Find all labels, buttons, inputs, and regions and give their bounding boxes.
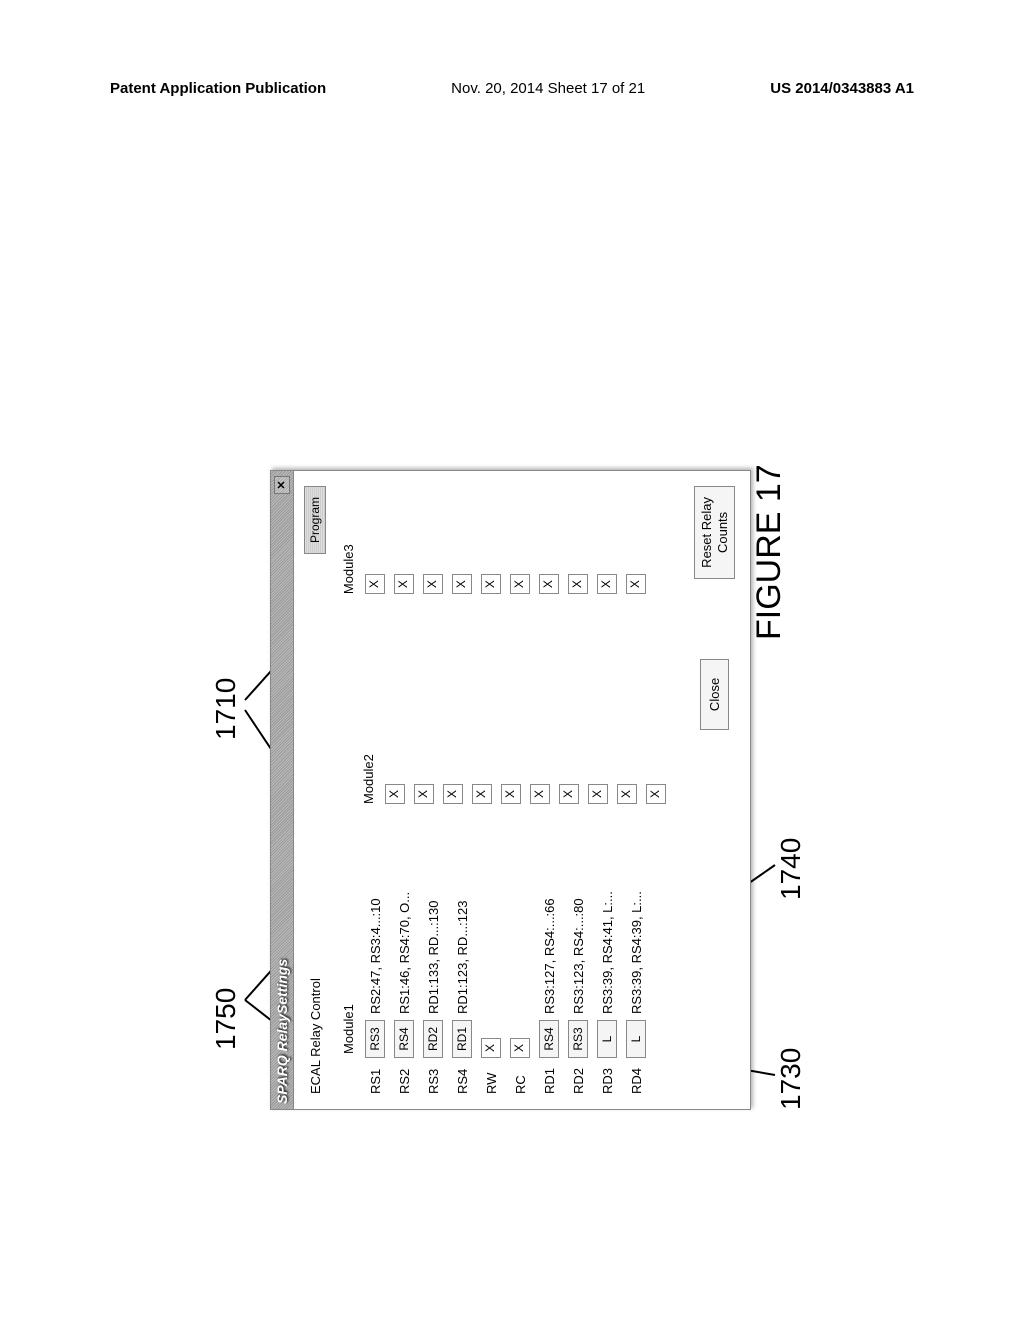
- callout-1710: 1710: [210, 678, 242, 740]
- figure-caption: FIGURE 17: [750, 464, 789, 640]
- module3-x-button[interactable]: X: [539, 574, 559, 594]
- ecal-relay-control-label: ECAL Relay Control: [308, 978, 323, 1094]
- relay-info: RD1:133, RD...:130: [426, 901, 441, 1014]
- dialog-title: SPARQ RelaySettings: [274, 959, 290, 1104]
- module2-header: Module2: [361, 754, 376, 804]
- module2-x-button[interactable]: X: [414, 784, 434, 804]
- relay-button[interactable]: RS3: [365, 1020, 385, 1058]
- relay-button[interactable]: RS3: [568, 1020, 588, 1058]
- module2-x-button[interactable]: X: [559, 784, 579, 804]
- module2-x-button[interactable]: X: [588, 784, 608, 804]
- titlebar: SPARQ RelaySettings ✕: [271, 471, 294, 1109]
- relay-label: RC: [513, 1058, 528, 1094]
- relay-info: RS2:47, RS3:4...:10: [368, 898, 383, 1014]
- reset-line2: Counts: [715, 512, 730, 553]
- close-button[interactable]: Close: [700, 659, 729, 730]
- module3-x-button[interactable]: X: [597, 574, 617, 594]
- module2-x-button[interactable]: X: [443, 784, 463, 804]
- relay-info: RS3:127, RS4:...:66: [542, 898, 557, 1014]
- relay-x-button[interactable]: X: [481, 1038, 501, 1058]
- relay-info: RD1:123, RD...:123: [455, 901, 470, 1014]
- relay-label: RS3: [426, 1058, 441, 1094]
- module1-header: Module1: [341, 834, 356, 1094]
- reset-line1: Reset Relay: [699, 497, 714, 568]
- close-icon[interactable]: ✕: [274, 476, 290, 494]
- callout-1750: 1750: [210, 988, 242, 1050]
- relay-label: RW: [484, 1058, 499, 1094]
- relay-info: RS1:46, RS4:70, O...: [397, 892, 412, 1014]
- header-right: US 2014/0343883 A1: [770, 80, 914, 97]
- relay-button[interactable]: RS4: [539, 1020, 559, 1058]
- callout-1740: 1740: [775, 838, 807, 900]
- relay-button[interactable]: RS4: [394, 1020, 414, 1058]
- module3-x-button[interactable]: X: [365, 574, 385, 594]
- relay-label: RS1: [368, 1058, 383, 1094]
- module2-x-button[interactable]: X: [385, 784, 405, 804]
- relay-button[interactable]: L: [597, 1020, 617, 1058]
- relay-button[interactable]: L: [626, 1020, 646, 1058]
- module2-x-button[interactable]: X: [617, 784, 637, 804]
- module2-x-button[interactable]: X: [530, 784, 550, 804]
- relay-label: RS2: [397, 1058, 412, 1094]
- header-left: Patent Application Publication: [110, 80, 326, 97]
- module2-x-button[interactable]: X: [472, 784, 492, 804]
- relay-info: RS3:39, RS4:39, L:...: [629, 891, 644, 1014]
- header-center: Nov. 20, 2014 Sheet 17 of 21: [451, 80, 645, 97]
- module2-x-button[interactable]: X: [646, 784, 666, 804]
- module3-x-button[interactable]: X: [510, 574, 530, 594]
- module3-x-button[interactable]: X: [423, 574, 443, 594]
- callout-1730: 1730: [775, 1048, 807, 1110]
- module3-x-button[interactable]: X: [452, 574, 472, 594]
- module3-x-button[interactable]: X: [568, 574, 588, 594]
- relay-settings-dialog: SPARQ RelaySettings ✕ ECAL Relay Control…: [270, 470, 751, 1110]
- module3-x-button[interactable]: X: [481, 574, 501, 594]
- module3-x-button[interactable]: X: [394, 574, 414, 594]
- relay-x-button[interactable]: X: [510, 1038, 530, 1058]
- relay-label: RD3: [600, 1058, 615, 1094]
- module3-x-button[interactable]: X: [626, 574, 646, 594]
- module3-header: Module3: [341, 544, 356, 594]
- module2-x-button[interactable]: X: [501, 784, 521, 804]
- relay-button[interactable]: RD1: [452, 1020, 472, 1058]
- relay-label: RS4: [455, 1058, 470, 1094]
- reset-relay-counts-button[interactable]: Reset Relay Counts: [694, 486, 735, 579]
- program-button[interactable]: Program: [304, 486, 326, 554]
- relay-info: RS3:39, RS4:41, L:...: [600, 891, 615, 1014]
- relay-label: RD2: [571, 1058, 586, 1094]
- relay-info: RS3:123, RS4:...:80: [571, 898, 586, 1014]
- relay-label: RD1: [542, 1058, 557, 1094]
- relay-button[interactable]: RD2: [423, 1020, 443, 1058]
- relay-label: RD4: [629, 1058, 644, 1094]
